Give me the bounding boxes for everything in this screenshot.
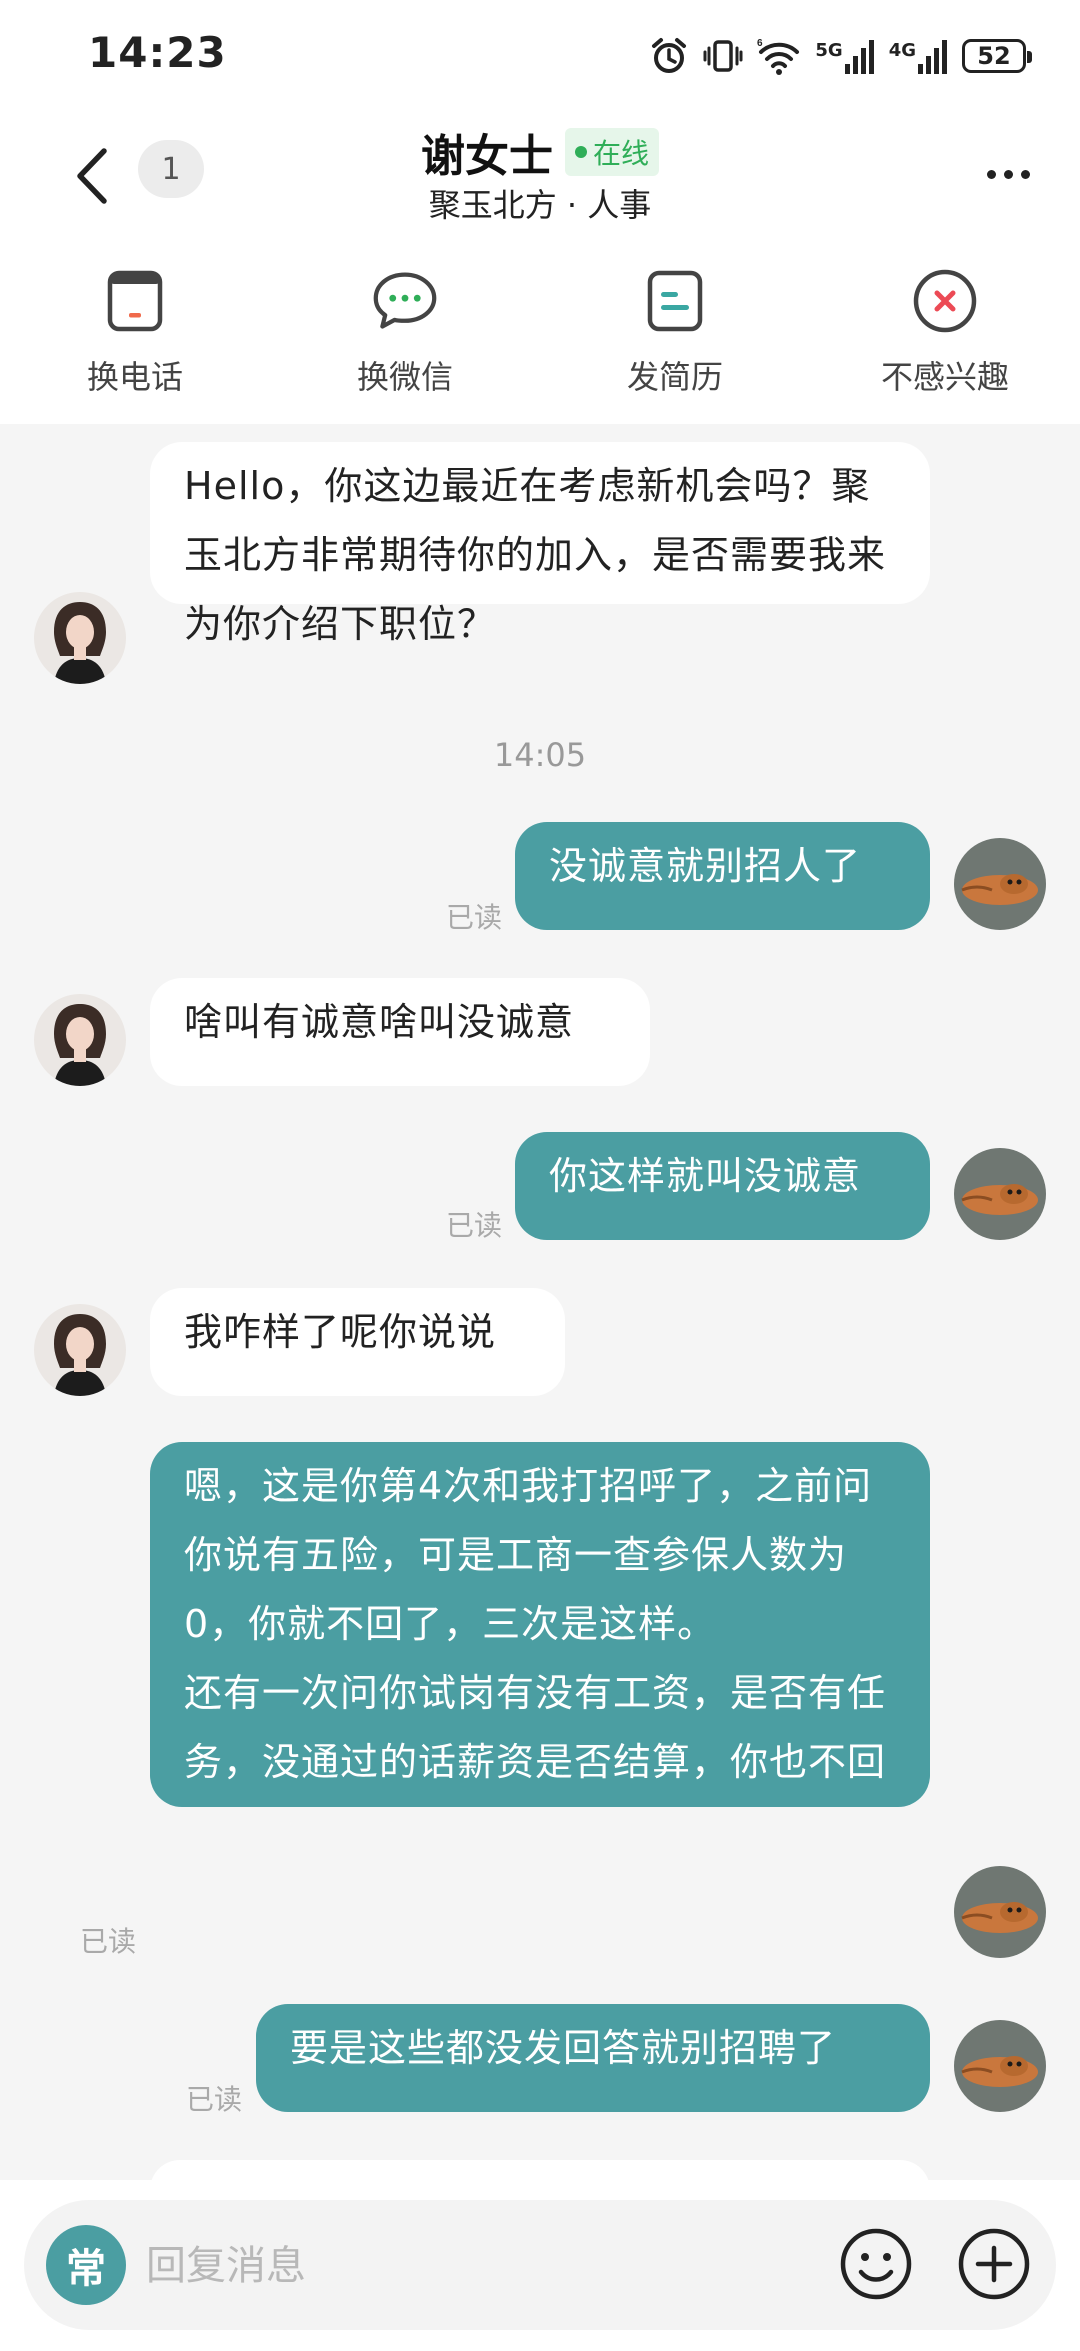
plus-button[interactable] <box>954 2224 1034 2304</box>
incoming-message-partial[interactable] <box>150 2160 930 2180</box>
net-4g-label: 4G <box>888 40 916 61</box>
timestamp-divider: 14:05 <box>493 736 587 774</box>
swap-phone-button[interactable]: 换电话 <box>0 238 270 424</box>
reply-input[interactable] <box>144 2230 788 2302</box>
net-5g-label: 5G <box>815 40 843 61</box>
input-bar: 常 <box>0 2180 1080 2351</box>
message-list[interactable]: Hello，你这边最近在考虑新机会吗？聚玉北方非常期待你的加入，是否需要我来为你… <box>0 424 1080 2180</box>
input-pill: 常 <box>24 2200 1056 2330</box>
contact-avatar[interactable] <box>34 592 126 684</box>
more-dot <box>1020 169 1030 179</box>
vibrate-icon <box>703 36 743 76</box>
online-status-badge: 在线 <box>564 128 659 176</box>
action-label: 换电话 <box>86 358 183 396</box>
incoming-message[interactable]: 啥叫有诚意啥叫没诚意 <box>150 978 650 1086</box>
phone-swap-icon <box>102 268 168 334</box>
my-avatar[interactable] <box>954 1866 1046 1958</box>
wifi-icon: 6 <box>757 36 801 76</box>
contact-avatar[interactable] <box>34 994 126 1086</box>
not-interested-button[interactable]: 不感兴趣 <box>810 238 1080 424</box>
status-icons: 6 5G 4G 52 <box>649 32 1032 80</box>
send-resume-button[interactable]: 发简历 <box>540 238 810 424</box>
not-interested-icon <box>912 268 978 334</box>
alarm-icon <box>649 36 689 76</box>
more-dot <box>986 169 996 179</box>
resume-icon <box>642 268 708 334</box>
contact-avatar[interactable] <box>34 1304 126 1396</box>
read-receipt: 已读 <box>446 1209 503 1242</box>
outgoing-message[interactable]: 没诚意就别招人了 <box>515 822 930 930</box>
plus-icon <box>958 2228 1030 2300</box>
read-receipt: 已读 <box>446 901 503 934</box>
title-row: 谢女士 在线 <box>0 120 1080 184</box>
more-button[interactable] <box>966 144 1050 204</box>
wechat-icon <box>372 268 438 334</box>
my-avatar[interactable] <box>954 838 1046 930</box>
read-receipt: 已读 <box>80 1925 137 1958</box>
outgoing-message[interactable]: 你这样就叫没诚意 <box>515 1132 930 1240</box>
signal-5g-icon: 5G <box>815 38 874 74</box>
incoming-message[interactable]: Hello，你这边最近在考虑新机会吗？聚玉北方非常期待你的加入，是否需要我来为你… <box>150 442 930 646</box>
more-dot <box>1003 169 1013 179</box>
status-time: 14:23 <box>88 28 227 77</box>
contact-name: 谢女士 <box>420 131 553 182</box>
incoming-message[interactable]: 我咋样了呢你说说 <box>150 1288 565 1396</box>
emoji-icon <box>840 2228 912 2300</box>
svg-text:6: 6 <box>757 38 763 49</box>
battery-indicator: 52 <box>962 39 1032 73</box>
read-receipt: 已读 <box>186 2083 243 2116</box>
my-avatar[interactable] <box>954 2020 1046 2112</box>
outgoing-message[interactable]: 要是这些都没发回答就别招聘了 <box>256 2004 930 2112</box>
status-bar: 14:23 6 5G 4G 52 <box>0 0 1080 110</box>
my-avatar[interactable] <box>954 1148 1046 1240</box>
action-label: 不感兴趣 <box>880 358 1009 396</box>
contact-subtitle: 聚玉北方 · 人事 <box>428 186 652 224</box>
signal-4g-icon: 4G <box>889 38 948 74</box>
online-dot-icon <box>574 146 587 158</box>
chat-header: 1 谢女士 在线 聚玉北方 · 人事 <box>0 110 1080 238</box>
common-phrases-button[interactable]: 常 <box>46 2225 126 2305</box>
emoji-button[interactable] <box>836 2224 916 2304</box>
outgoing-message[interactable]: 嗯，这是你第4次和我打招呼了，之前问你说有五险，可是工商一查参保人数为0，你就不… <box>150 1442 930 1807</box>
swap-wechat-button[interactable]: 换微信 <box>270 238 540 424</box>
online-status-label: 在线 <box>592 137 649 170</box>
action-label: 换微信 <box>356 358 453 396</box>
action-bar: 换电话 换微信 发简历 不感兴趣 <box>0 238 1080 424</box>
action-label: 发简历 <box>626 358 723 396</box>
